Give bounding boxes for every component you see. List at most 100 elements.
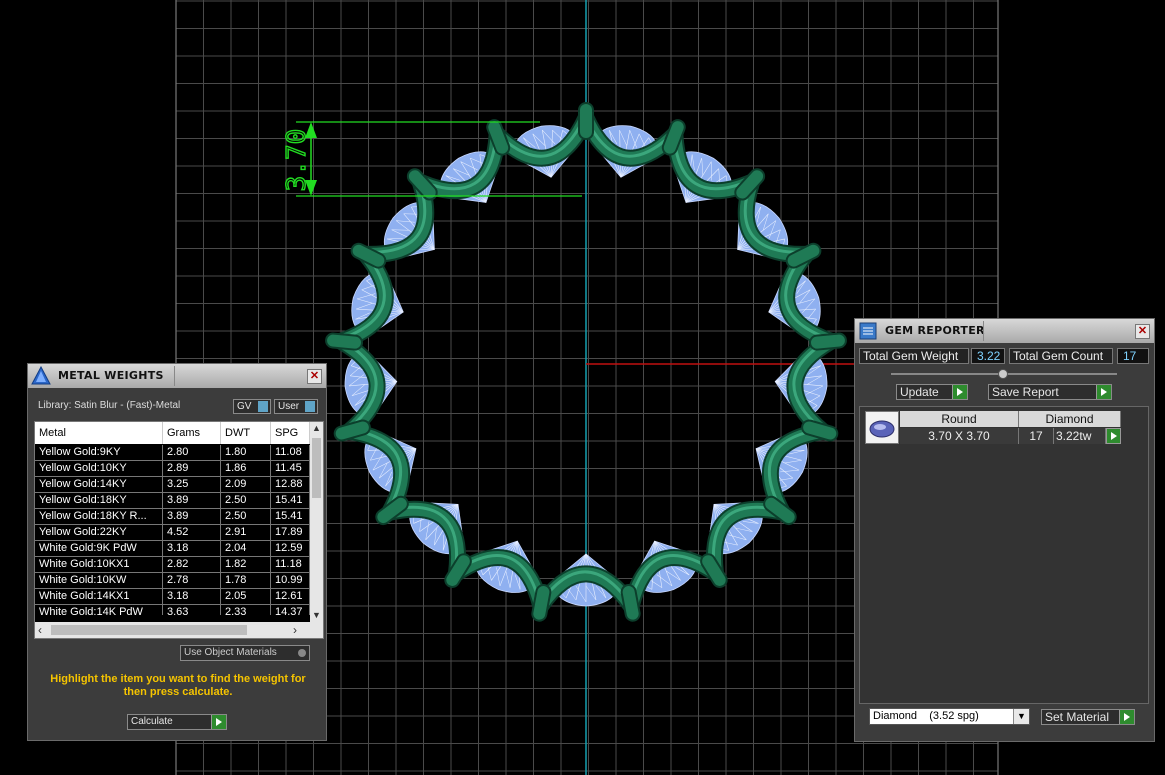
gv-label: GV xyxy=(237,401,252,412)
play-arrow-icon xyxy=(1096,385,1111,399)
close-icon[interactable]: ✕ xyxy=(1135,324,1150,339)
cell-grams: 2.80 xyxy=(163,445,221,461)
cell-grams: 3.18 xyxy=(163,589,221,605)
metal-rows: Yellow Gold:9KY 2.80 1.80 11.08 Yellow Gold:… xyxy=(35,445,310,615)
metal-table: Metal Grams DWT SPG Yellow Gold:9KY 2.80 1… xyxy=(34,421,324,639)
total-gem-weight-value: 3.22 xyxy=(971,348,1005,364)
set-material-button[interactable]: Set Material xyxy=(1041,709,1135,725)
cell-spg: 10.99 xyxy=(271,573,310,589)
table-row[interactable]: Yellow Gold:18KY R... 3.89 2.50 15.41 xyxy=(35,509,310,525)
cell-dwt: 1.80 xyxy=(221,445,271,461)
cell-spg: 11.08 xyxy=(271,445,310,461)
total-gem-count-label: Total Gem Count xyxy=(1009,348,1113,364)
cell-dwt: 1.86 xyxy=(221,461,271,477)
metal-weights-panel: METAL WEIGHTS ✕ Library: Satin Blur - (F… xyxy=(27,363,327,741)
scroll-thumb-h[interactable] xyxy=(51,625,247,635)
use-object-materials-label: Use Object Materials xyxy=(184,647,277,658)
slider-knob[interactable] xyxy=(998,369,1008,379)
library-label: Library: Satin Blur - (Fast)-Metal xyxy=(38,400,181,411)
table-row[interactable]: White Gold:9K PdW 3.18 2.04 12.59 xyxy=(35,541,310,557)
calculate-button[interactable]: Calculate xyxy=(127,714,227,730)
play-arrow-icon xyxy=(952,385,967,399)
cell-spg: 15.41 xyxy=(271,493,310,509)
table-row[interactable]: Yellow Gold:18KY 3.89 2.50 15.41 xyxy=(35,493,310,509)
save-report-button[interactable]: Save Report xyxy=(988,384,1112,400)
gem-row-action-button[interactable] xyxy=(1106,428,1121,444)
cell-metal: White Gold:14K PdW xyxy=(35,605,163,615)
table-row[interactable]: Yellow Gold:22KY 4.52 2.91 17.89 xyxy=(35,525,310,541)
column-header-grams[interactable]: Grams xyxy=(163,422,221,444)
gv-toggle[interactable]: GV xyxy=(233,399,271,414)
play-arrow-icon xyxy=(211,715,226,729)
save-report-label: Save Report xyxy=(992,385,1059,399)
gem-reporter-title: GEM REPORTER xyxy=(885,324,985,337)
cell-dwt: 1.78 xyxy=(221,573,271,589)
total-gem-count-value: 17 xyxy=(1117,348,1149,364)
gem-reporter-titlebar[interactable]: GEM REPORTER ✕ xyxy=(855,319,1154,343)
user-label: User xyxy=(278,401,300,412)
update-label: Update xyxy=(900,385,939,399)
scroll-left-icon[interactable]: ‹ xyxy=(38,623,42,637)
cell-metal: Yellow Gold:18KY xyxy=(35,493,163,509)
cell-spg: 11.45 xyxy=(271,461,310,477)
table-row[interactable]: White Gold:14K PdW 3.63 2.33 14.37 xyxy=(35,605,310,615)
scroll-thumb[interactable] xyxy=(312,438,321,498)
cell-grams: 3.63 xyxy=(163,605,221,615)
dimension-label: 3.70 xyxy=(282,129,312,192)
cell-spg: 14.37 xyxy=(271,605,310,615)
cell-grams: 3.18 xyxy=(163,541,221,557)
cell-spg: 12.88 xyxy=(271,477,310,493)
cell-dwt: 2.50 xyxy=(221,509,271,525)
gem-count: 17 xyxy=(1019,428,1054,444)
column-header-dwt[interactable]: DWT xyxy=(221,422,271,444)
app-logo-icon xyxy=(31,366,51,385)
table-row[interactable]: Yellow Gold:14KY 3.25 2.09 12.88 xyxy=(35,477,310,493)
gem-list-item[interactable]: Round Diamond 3.70 X 3.70 17 3.22tw xyxy=(865,411,1123,445)
gem-size: 3.70 X 3.70 xyxy=(900,428,1019,444)
gem-list: Round Diamond 3.70 X 3.70 17 3.22tw xyxy=(859,406,1149,704)
cell-grams: 2.82 xyxy=(163,557,221,573)
gem-shape-header: Round xyxy=(900,411,1019,427)
panel-slider[interactable] xyxy=(891,369,1117,379)
update-button[interactable]: Update xyxy=(896,384,968,400)
cell-metal: Yellow Gold:18KY R... xyxy=(35,509,163,525)
user-toggle[interactable]: User xyxy=(274,399,318,414)
total-gem-weight-label: Total Gem Weight xyxy=(859,348,969,364)
calculate-label: Calculate xyxy=(131,716,173,727)
scroll-down-icon[interactable]: ▼ xyxy=(310,609,323,622)
cell-grams: 4.52 xyxy=(163,525,221,541)
cell-spg: 12.59 xyxy=(271,541,310,557)
table-row[interactable]: White Gold:10KX1 2.82 1.82 11.18 xyxy=(35,557,310,573)
cell-metal: Yellow Gold:22KY xyxy=(35,525,163,541)
cell-dwt: 2.04 xyxy=(221,541,271,557)
chevron-down-icon[interactable]: ▼ xyxy=(1013,709,1029,724)
horizontal-scrollbar[interactable]: ‹ › xyxy=(35,622,323,638)
gem-reporter-panel: GEM REPORTER ✕ Total Gem Weight 3.22 Tot… xyxy=(854,318,1155,742)
column-header-metal[interactable]: Metal xyxy=(35,422,163,444)
column-header-spg[interactable]: SPG xyxy=(271,422,310,444)
metal-weights-titlebar[interactable]: METAL WEIGHTS ✕ xyxy=(28,364,326,388)
cell-grams: 3.25 xyxy=(163,477,221,493)
cell-metal: Yellow Gold:9KY xyxy=(35,445,163,461)
scroll-right-icon[interactable]: › xyxy=(293,623,297,637)
cell-grams: 3.89 xyxy=(163,509,221,525)
play-arrow-icon xyxy=(1111,432,1117,440)
toggle-icon xyxy=(305,401,315,412)
table-row[interactable]: White Gold:14KX1 3.18 2.05 12.61 xyxy=(35,589,310,605)
table-row[interactable]: Yellow Gold:10KY 2.89 1.86 11.45 xyxy=(35,461,310,477)
cell-metal: White Gold:10KW xyxy=(35,573,163,589)
scroll-up-icon[interactable]: ▲ xyxy=(310,422,323,435)
cell-metal: Yellow Gold:14KY xyxy=(35,477,163,493)
gem-thumbnail xyxy=(865,411,899,444)
table-row[interactable]: Yellow Gold:9KY 2.80 1.80 11.08 xyxy=(35,445,310,461)
cell-grams: 3.89 xyxy=(163,493,221,509)
cell-dwt: 2.50 xyxy=(221,493,271,509)
vertical-scrollbar[interactable]: ▲ ▼ xyxy=(310,422,323,622)
close-icon[interactable]: ✕ xyxy=(307,369,322,384)
cell-dwt: 2.05 xyxy=(221,589,271,605)
gem-weight: 3.22tw xyxy=(1054,428,1106,444)
cell-dwt: 2.09 xyxy=(221,477,271,493)
use-object-materials-toggle[interactable]: Use Object Materials xyxy=(180,645,310,661)
table-row[interactable]: White Gold:10KW 2.78 1.78 10.99 xyxy=(35,573,310,589)
material-select[interactable]: Diamond (3.52 spg) ▼ xyxy=(869,708,1030,725)
